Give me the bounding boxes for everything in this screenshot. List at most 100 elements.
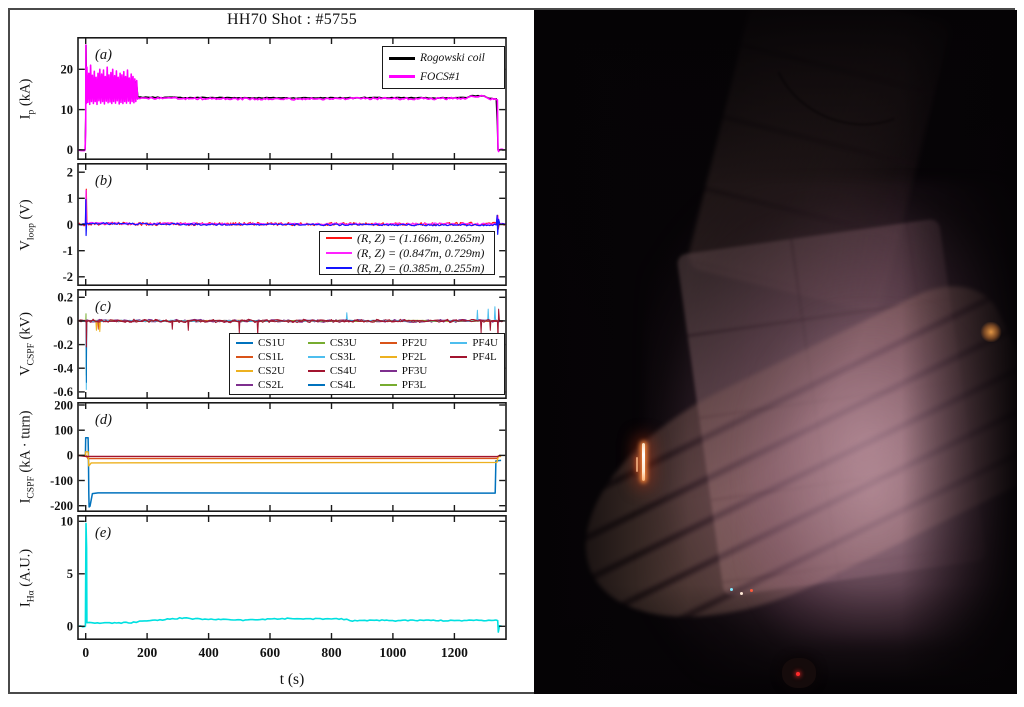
- speck-cyan: [730, 588, 733, 591]
- legend-item: PF4U: [450, 336, 498, 350]
- series-icspf-darkred: [78, 455, 501, 456]
- legend-item: CS1L: [236, 350, 285, 364]
- legend-panel-b: (R, Z) = (1.166m, 0.265m)(R, Z) = (0.847…: [319, 231, 495, 275]
- legend-line-swatch: [380, 370, 397, 373]
- x-tick-label: 0: [82, 645, 89, 660]
- legend-line-swatch: [450, 342, 467, 345]
- bright-filament-secondary: [636, 457, 638, 472]
- legend-line-swatch: [380, 342, 397, 345]
- plot-title: HH70 Shot : #5755: [78, 11, 506, 29]
- panel-letter-e: (e): [95, 525, 111, 541]
- legend-line-swatch: [308, 356, 325, 359]
- legend-item: PF2L: [380, 350, 428, 364]
- legend-line-swatch: [236, 356, 253, 359]
- y-tick-label: 5: [67, 567, 73, 581]
- legend-line-swatch: [389, 57, 415, 60]
- legend-label: PF4U: [472, 337, 498, 349]
- legend-item: (R, Z) = (1.166m, 0.265m): [326, 231, 484, 246]
- legend-item: (R, Z) = (0.385m, 0.255m): [326, 261, 484, 276]
- legend-item: PF4L: [450, 350, 498, 364]
- legend-label: (R, Z) = (0.385m, 0.255m): [357, 261, 484, 276]
- legend-label: CS3U: [330, 337, 357, 349]
- legend-line-swatch: [326, 267, 352, 270]
- panel-letter-c: (c): [95, 299, 111, 315]
- y-axis-label-d: ICSPF (kA · turn): [18, 411, 37, 504]
- series-icspf-blue: [78, 438, 501, 507]
- legend-line-swatch: [308, 384, 325, 387]
- legend-line-swatch: [308, 370, 325, 373]
- legend-line-swatch: [236, 342, 253, 345]
- legend-panel-a: Rogowski coil FOCS#1: [382, 46, 505, 89]
- legend-line-swatch: [326, 237, 352, 240]
- figure-root: HH70 Shot : #5755 01020(a)-2-1012(b)-0.6…: [0, 0, 1024, 707]
- legend-line-swatch: [450, 356, 467, 359]
- panel-letter-d: (d): [95, 412, 112, 428]
- legend-line-swatch: [308, 342, 325, 345]
- legend-line-swatch: [389, 75, 415, 78]
- legend-item: CS3U: [308, 336, 357, 350]
- x-tick-label: 400: [198, 645, 219, 660]
- y-tick-label: -0.6: [53, 385, 73, 399]
- y-tick-label: -0.2: [53, 338, 73, 352]
- y-tick-label: 0.2: [57, 291, 73, 305]
- speck-red: [750, 589, 753, 592]
- legend-label: CS4U: [330, 365, 357, 377]
- x-tick-label: 600: [260, 645, 281, 660]
- y-tick-label: 0: [67, 218, 73, 232]
- legend-item: CS4U: [308, 364, 357, 378]
- legend-line-swatch: [236, 370, 253, 373]
- y-tick-label: 0: [67, 449, 73, 463]
- y-tick-label: 0: [67, 314, 73, 328]
- y-tick-label: -2: [63, 270, 73, 284]
- y-tick-label: 0: [67, 620, 73, 634]
- legend-item: CS4L: [308, 378, 357, 392]
- legend-label: CS2U: [258, 365, 285, 377]
- x-axis-label: t (s): [280, 671, 305, 688]
- x-tick-label: 1000: [379, 645, 406, 660]
- y-tick-label: -100: [50, 474, 73, 488]
- legend-item: Rogowski coil: [389, 49, 485, 68]
- legend-label: PF2L: [402, 351, 426, 363]
- legend-label: Rogowski coil: [420, 52, 485, 64]
- legend-line-swatch: [380, 384, 397, 387]
- y-tick-label: 100: [54, 423, 73, 437]
- legend-label: (R, Z) = (1.166m, 0.265m): [357, 231, 484, 246]
- legend-item: PF3L: [380, 378, 428, 392]
- x-tick-label: 200: [137, 645, 158, 660]
- orange-reflection-dot: [980, 322, 1002, 342]
- y-tick-label: -1: [63, 244, 73, 258]
- y-tick-label: 2: [67, 165, 73, 179]
- x-tick-label: 1200: [441, 645, 468, 660]
- legend-item: FOCS#1: [389, 68, 485, 87]
- legend-item: PF3U: [380, 364, 428, 378]
- series-vloop-r0847: [78, 191, 505, 226]
- x-tick-label: 800: [321, 645, 342, 660]
- y-tick-label: -0.4: [53, 361, 74, 375]
- series-h-alpha: [78, 523, 502, 632]
- y-axis-label-a: Ip (kA): [18, 78, 37, 119]
- panel-letter-a: (a): [95, 47, 112, 63]
- legend-item: CS3L: [308, 350, 357, 364]
- panel-letter-b: (b): [95, 173, 112, 189]
- y-tick-label: -200: [50, 499, 73, 513]
- legend-label: PF3U: [402, 365, 428, 377]
- y-tick-label: 10: [61, 515, 74, 529]
- legend-item: CS2L: [236, 378, 285, 392]
- y-tick-label: 20: [61, 63, 74, 77]
- legend-line-swatch: [236, 384, 253, 387]
- legend-label: PF2U: [402, 337, 428, 349]
- red-indicator-dot: [796, 672, 800, 676]
- legend-panel-c: CS1U CS1L CS2UCS2L CS3UCS3LCS4U CS4L PF2U PF2L…: [229, 333, 505, 395]
- legend-label: PF3L: [402, 379, 426, 391]
- chart-panel-d: -200-1000100200(d): [43, 402, 513, 512]
- y-tick-label: 200: [54, 398, 73, 412]
- chart-panel-e: 0 200 400 600 800 1000 1200 0 5 10 (e) t (s): [43, 515, 513, 692]
- legend-label: CS4L: [330, 379, 356, 391]
- legend-item: CS1U: [236, 336, 285, 350]
- legend-label: CS1U: [258, 337, 285, 349]
- legend-line-swatch: [326, 252, 352, 255]
- bright-filament: [642, 443, 645, 481]
- legend-label: CS1L: [258, 351, 284, 363]
- legend-item: CS2U: [236, 364, 285, 378]
- y-tick-label: 0: [67, 143, 73, 157]
